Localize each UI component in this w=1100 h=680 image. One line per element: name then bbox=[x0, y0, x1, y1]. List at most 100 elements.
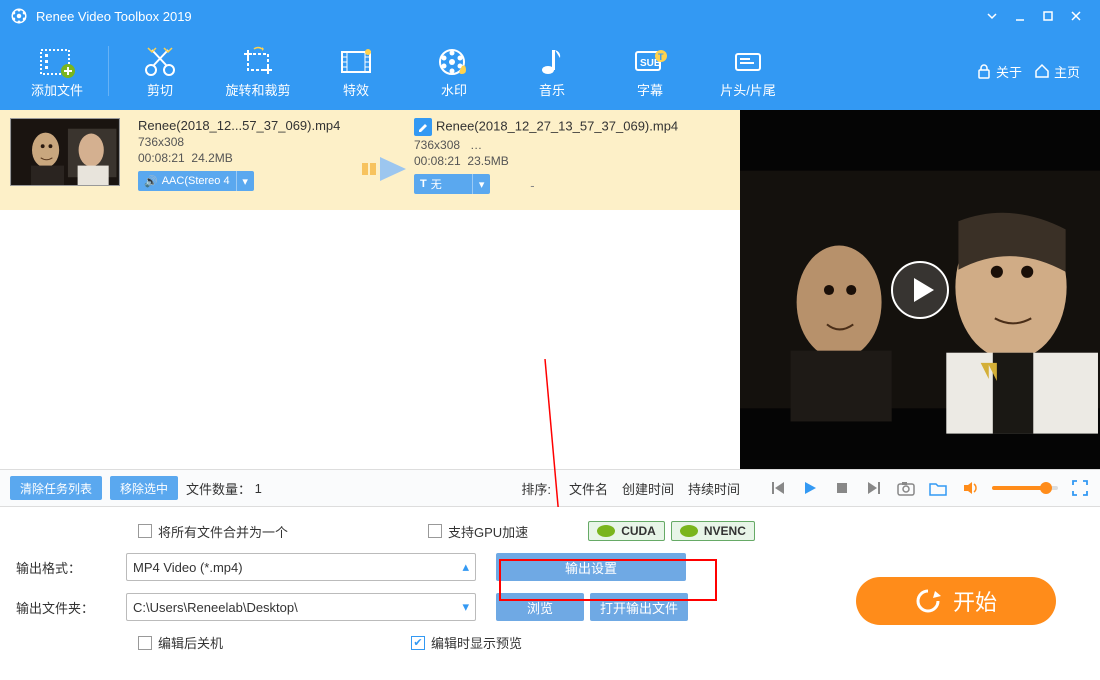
task-row[interactable]: Renee(2018_12...57_37_069).mp4 736x308 0… bbox=[0, 110, 740, 210]
dest-filename: Renee(2018_12_27_13_57_37_069).mp4 bbox=[414, 118, 730, 136]
home-icon bbox=[1034, 63, 1050, 79]
volume-slider[interactable] bbox=[992, 486, 1058, 490]
chevron-down-icon: ▾ bbox=[236, 171, 254, 191]
cuda-badge: CUDA bbox=[588, 521, 665, 541]
cut-button[interactable]: 剪切 bbox=[111, 32, 209, 110]
chevron-up-icon: ▴ bbox=[462, 559, 469, 575]
nvidia-icon bbox=[680, 525, 698, 537]
intro-outro-icon bbox=[730, 44, 766, 80]
remove-selected-button[interactable]: 移除选中 bbox=[110, 476, 178, 500]
minimize-icon[interactable] bbox=[1006, 0, 1034, 32]
dest-resolution: 736x308 … bbox=[414, 138, 730, 152]
start-label: 开始 bbox=[953, 585, 997, 617]
about-label: 关于 bbox=[996, 62, 1022, 81]
sort-by-created[interactable]: 创建时间 bbox=[622, 479, 674, 498]
intro-outro-label: 片头/片尾 bbox=[720, 80, 776, 99]
dest-duration-size: 00:08:21 23.5MB bbox=[414, 154, 730, 168]
watermark-button[interactable]: 水印 bbox=[405, 32, 503, 110]
dest-info: Renee(2018_12_27_13_57_37_069).mp4 736x3… bbox=[414, 118, 730, 202]
video-thumbnail bbox=[10, 118, 120, 186]
video-preview[interactable] bbox=[740, 110, 1100, 469]
audio-track-label: AAC(Stereo 4 bbox=[162, 175, 230, 187]
source-info: Renee(2018_12...57_37_069).mp4 736x308 0… bbox=[138, 118, 358, 202]
close-icon[interactable] bbox=[1062, 0, 1090, 32]
task-toolbar: 清除任务列表 移除选中 文件数量： 1 排序: 文件名 创建时间 持续时间 bbox=[0, 469, 1100, 507]
file-count-label: 文件数量： bbox=[186, 479, 251, 498]
output-settings-button[interactable]: 输出设置 bbox=[496, 553, 686, 581]
maximize-icon[interactable] bbox=[1034, 0, 1062, 32]
source-resolution: 736x308 bbox=[138, 135, 358, 149]
arrow-icon bbox=[358, 118, 414, 202]
music-label: 音乐 bbox=[539, 80, 565, 99]
home-label: 主页 bbox=[1054, 62, 1080, 81]
app-title: Renee Video Toolbox 2019 bbox=[36, 9, 192, 24]
lock-icon bbox=[976, 63, 992, 79]
source-filename: Renee(2018_12...57_37_069).mp4 bbox=[138, 118, 358, 133]
rotate-crop-button[interactable]: 旋转和裁剪 bbox=[209, 32, 307, 110]
add-file-button[interactable]: 添加文件 bbox=[8, 32, 106, 110]
music-button[interactable]: 音乐 bbox=[503, 32, 601, 110]
watermark-icon bbox=[436, 44, 472, 80]
music-icon bbox=[534, 44, 570, 80]
nvenc-badge: NVENC bbox=[671, 521, 755, 541]
play-overlay-icon[interactable] bbox=[890, 260, 950, 320]
clear-tasks-button[interactable]: 清除任务列表 bbox=[10, 476, 102, 500]
nvidia-icon bbox=[597, 525, 615, 537]
progress-placeholder: - bbox=[530, 178, 534, 193]
app-logo-icon bbox=[10, 7, 28, 25]
refresh-icon bbox=[915, 588, 941, 614]
subtitle-t-icon: T bbox=[420, 178, 427, 190]
scissors-icon bbox=[142, 44, 178, 80]
preview-panel bbox=[740, 110, 1100, 469]
sort-by-duration[interactable]: 持续时间 bbox=[688, 479, 740, 498]
sort-by-name[interactable]: 文件名 bbox=[569, 479, 608, 498]
add-file-icon bbox=[39, 44, 75, 80]
fullscreen-icon[interactable] bbox=[1070, 478, 1090, 498]
subtitle-label: 字幕 bbox=[637, 80, 663, 99]
format-label: 输出格式： bbox=[16, 558, 126, 577]
subtitle-button[interactable]: SUBT 字幕 bbox=[601, 32, 699, 110]
merge-checkbox[interactable] bbox=[138, 524, 152, 538]
effects-button[interactable]: 特效 bbox=[307, 32, 405, 110]
sort-label: 排序: bbox=[521, 479, 551, 498]
edit-icon[interactable] bbox=[414, 118, 432, 136]
stop-icon[interactable] bbox=[832, 478, 852, 498]
open-folder-icon[interactable] bbox=[928, 478, 948, 498]
preview-controls bbox=[768, 478, 1090, 498]
chevron-down-icon: ▾ bbox=[462, 599, 469, 615]
folder-label: 输出文件夹： bbox=[16, 598, 126, 617]
film-icon bbox=[338, 44, 374, 80]
output-folder-value: C:\Users\Reneelab\Desktop\ bbox=[133, 600, 298, 615]
gpu-label: 支持GPU加速 bbox=[448, 522, 528, 541]
subtitle-track-dropdown[interactable]: T无 ▾ bbox=[414, 174, 490, 194]
intro-outro-button[interactable]: 片头/片尾 bbox=[699, 32, 797, 110]
shutdown-checkbox[interactable] bbox=[138, 636, 152, 650]
preview-checkbox[interactable]: ✔ bbox=[411, 636, 425, 650]
chevron-down-icon: ▾ bbox=[472, 174, 490, 194]
next-icon[interactable] bbox=[864, 478, 884, 498]
preview-label: 编辑时显示预览 bbox=[431, 633, 522, 652]
snapshot-icon[interactable] bbox=[896, 478, 916, 498]
source-duration-size: 00:08:21 24.2MB bbox=[138, 151, 358, 165]
output-format-dropdown[interactable]: MP4 Video (*.mp4) ▴ bbox=[126, 553, 476, 581]
prev-icon[interactable] bbox=[768, 478, 788, 498]
volume-icon[interactable] bbox=[960, 478, 980, 498]
svg-text:T: T bbox=[658, 52, 664, 62]
open-output-button[interactable]: 打开输出文件 bbox=[590, 593, 688, 621]
browse-button[interactable]: 浏览 bbox=[496, 593, 584, 621]
play-icon[interactable] bbox=[800, 478, 820, 498]
home-link[interactable]: 主页 bbox=[1034, 62, 1080, 81]
about-link[interactable]: 关于 bbox=[976, 62, 1022, 81]
subtitle-icon: SUBT bbox=[632, 44, 668, 80]
task-list: Renee(2018_12...57_37_069).mp4 736x308 0… bbox=[0, 110, 740, 469]
audio-track-dropdown[interactable]: 🔊AAC(Stereo 4 ▾ bbox=[138, 171, 254, 191]
output-folder-dropdown[interactable]: C:\Users\Reneelab\Desktop\ ▾ bbox=[126, 593, 476, 621]
dropdown-icon[interactable] bbox=[978, 0, 1006, 32]
start-button[interactable]: 开始 bbox=[856, 577, 1056, 625]
crop-icon bbox=[240, 44, 276, 80]
watermark-label: 水印 bbox=[441, 80, 467, 99]
cut-label: 剪切 bbox=[147, 80, 173, 99]
merge-label: 将所有文件合并为一个 bbox=[158, 522, 288, 541]
gpu-checkbox[interactable] bbox=[428, 524, 442, 538]
titlebar: Renee Video Toolbox 2019 bbox=[0, 0, 1100, 32]
